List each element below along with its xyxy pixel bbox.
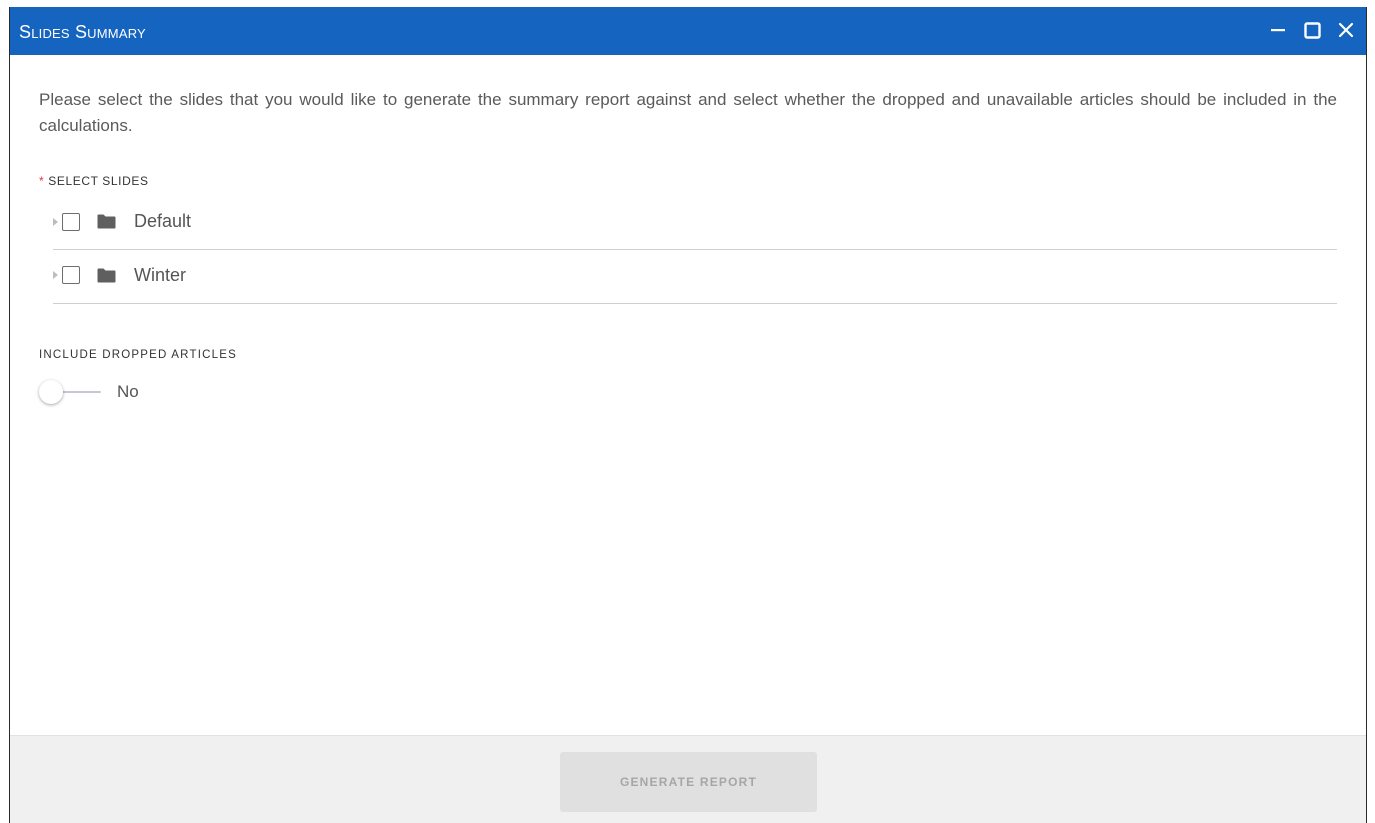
select-slides-label: * SELECT SLIDES	[39, 173, 1337, 189]
expand-arrow-icon[interactable]	[53, 217, 58, 226]
window-controls	[1268, 20, 1356, 40]
include-dropped-row: No	[39, 378, 1337, 406]
maximize-icon	[1303, 21, 1321, 39]
slides-tree: Default Winter	[53, 197, 1337, 304]
toggle-knob[interactable]	[39, 380, 63, 404]
required-marker: *	[39, 174, 45, 188]
include-dropped-value: No	[117, 382, 139, 401]
slides-summary-window: Slides Summary Please select the slides …	[9, 7, 1367, 823]
tree-node-label: Default	[134, 211, 192, 231]
folder-icon	[97, 214, 116, 229]
minimize-button[interactable]	[1268, 20, 1288, 40]
dialog-footer: GENERATE REPORT	[10, 735, 1366, 823]
window-title: Slides Summary	[19, 22, 146, 42]
folder-icon	[97, 268, 116, 283]
close-icon	[1338, 22, 1354, 38]
tree-node-default[interactable]: Default	[53, 197, 1337, 250]
close-button[interactable]	[1336, 20, 1356, 40]
include-dropped-toggle[interactable]	[39, 378, 101, 406]
window-titlebar[interactable]: Slides Summary	[10, 7, 1366, 55]
generate-report-button[interactable]: GENERATE REPORT	[560, 752, 817, 812]
maximize-button[interactable]	[1302, 20, 1322, 40]
tree-node-winter[interactable]: Winter	[53, 250, 1337, 304]
slide-checkbox-winter[interactable]	[62, 266, 80, 284]
dialog-description: Please select the slides that you would …	[39, 90, 1337, 135]
select-slides-label-text: SELECT SLIDES	[48, 174, 149, 188]
tree-node-label: Winter	[134, 264, 187, 285]
dialog-content: Please select the slides that you would …	[39, 55, 1337, 406]
slide-checkbox-default[interactable]	[62, 212, 80, 231]
expand-arrow-icon[interactable]	[53, 271, 58, 279]
minimize-icon	[1271, 29, 1285, 32]
include-dropped-label: INCLUDE DROPPED ARTICLES	[39, 349, 237, 361]
